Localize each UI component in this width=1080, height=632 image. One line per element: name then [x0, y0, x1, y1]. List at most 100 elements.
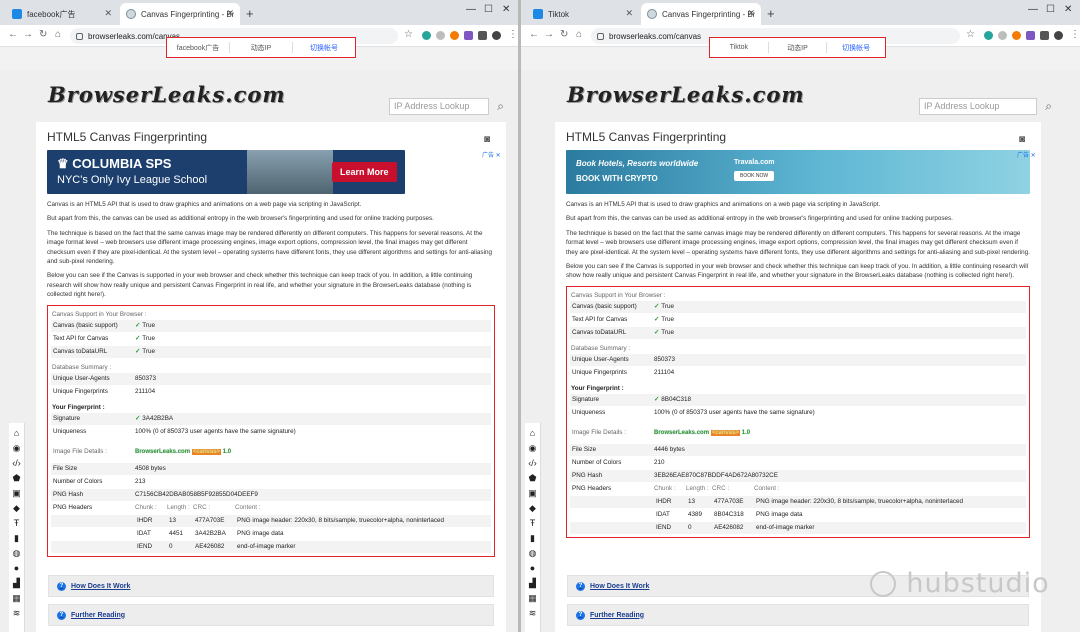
extension-icon[interactable] [436, 31, 445, 40]
tab-inactive[interactable]: facebook广告 ✕ [6, 3, 118, 25]
chunk-row: IEND 0 AE426082 end-of-image marker [51, 540, 491, 553]
text-icon[interactable]: Ŧ [14, 517, 20, 529]
hat-icon[interactable]: ≋ [529, 607, 537, 619]
new-tab-icon[interactable]: + [246, 6, 254, 21]
tab-active[interactable]: Canvas Fingerprinting - Browse ✕ [120, 3, 240, 25]
menu-icon[interactable]: ⋮ [508, 29, 518, 40]
quick-item-dynamic-ip[interactable]: 动态IP [769, 43, 827, 53]
home-icon[interactable]: ⌂ [530, 427, 535, 439]
minimize-icon[interactable]: — [466, 4, 476, 15]
maximize-icon[interactable]: ☐ [484, 4, 493, 15]
extension-icon[interactable] [450, 31, 459, 40]
back-icon[interactable]: ← [529, 29, 539, 40]
location-icon[interactable]: ◍ [529, 547, 537, 559]
wall-icon[interactable]: ▦ [12, 592, 21, 604]
person-icon[interactable]: ● [14, 562, 19, 574]
new-tab-icon[interactable]: + [767, 6, 775, 21]
check-icon: ✓ [654, 316, 660, 324]
shield-icon[interactable]: ⬟ [13, 472, 21, 484]
search-icon[interactable]: ⌕ [497, 99, 504, 114]
ad-book-now-button[interactable]: BOOK NOW [734, 171, 775, 181]
tab-close-icon[interactable]: ✕ [104, 8, 112, 19]
reload-icon[interactable]: ↻ [39, 29, 47, 40]
help-icon: ? [576, 610, 585, 620]
extension-icon[interactable] [1012, 31, 1021, 40]
extension-icon[interactable] [1026, 31, 1035, 40]
reload-icon[interactable]: ↻ [560, 29, 568, 40]
back-icon[interactable]: ← [8, 29, 18, 40]
profile-icon[interactable] [1054, 31, 1063, 40]
broadcast-icon[interactable]: ◉ [529, 442, 537, 454]
home-icon[interactable]: ⌂ [55, 29, 61, 40]
main-content: HTML5 Canvas Fingerprinting ◙ Book Hotel… [555, 122, 1041, 632]
image-icon[interactable]: ▣ [528, 487, 537, 499]
shield-icon[interactable]: ⬟ [529, 472, 537, 484]
site-logo[interactable]: BrowserLeaks.com [567, 82, 805, 107]
extension-icon[interactable] [998, 31, 1007, 40]
extension-icon[interactable] [984, 31, 993, 40]
minimize-icon[interactable]: — [1028, 4, 1038, 15]
stairs-icon[interactable]: ▟ [529, 577, 536, 589]
ad-headline: ♛ COLUMBIA SPS [57, 156, 172, 171]
bookmark-star-icon[interactable]: ☆ [966, 29, 975, 40]
lock-icon[interactable]: ▮ [530, 532, 535, 544]
quick-item-switch-account[interactable]: 切换帐号 [293, 43, 355, 53]
file-size-row: File Size 4508 bytes [51, 462, 491, 475]
ip-lookup-placeholder: IP Address Lookup [924, 101, 1000, 111]
quick-item-site[interactable]: Tiktok [710, 44, 768, 51]
ad-choices-icon[interactable]: 广告 ✕ [482, 150, 501, 159]
tab-close-icon[interactable]: ✕ [747, 8, 755, 19]
close-window-icon[interactable]: ✕ [1064, 4, 1072, 15]
tab-close-icon[interactable]: ✕ [226, 8, 234, 19]
stairs-icon[interactable]: ▟ [13, 577, 20, 589]
profile-icon[interactable] [492, 31, 501, 40]
lock-icon[interactable]: ▮ [14, 532, 19, 544]
accordion-further-reading[interactable]: ? Further Reading [567, 604, 1029, 626]
ip-lookup-input[interactable]: IP Address Lookup ⌕ [389, 98, 504, 115]
forward-icon[interactable]: → [23, 29, 33, 40]
ad-choices-icon[interactable]: 广告 ✕ [1017, 150, 1036, 159]
file-size-value: 4446 bytes [654, 446, 685, 454]
extension-icon[interactable] [464, 31, 473, 40]
extension-icon[interactable] [422, 31, 431, 40]
tab-inactive[interactable]: Tiktok ✕ [527, 3, 639, 25]
quick-item-dynamic-ip[interactable]: 动态IP [230, 43, 292, 53]
site-logo[interactable]: BrowserLeaks.com [48, 82, 286, 107]
camera-icon[interactable]: ◙ [1019, 134, 1025, 145]
person-icon[interactable]: ● [530, 562, 535, 574]
forward-icon[interactable]: → [544, 29, 554, 40]
cube-icon[interactable]: ◆ [13, 502, 20, 514]
tab-close-icon[interactable]: ✕ [625, 8, 633, 19]
camera-icon[interactable]: ◙ [484, 134, 490, 145]
search-icon[interactable]: ⌕ [1045, 99, 1052, 114]
hat-icon[interactable]: ≋ [13, 607, 21, 619]
ad-banner[interactable]: ♛ COLUMBIA SPS NYC's Only Ivy League Scho… [47, 150, 405, 194]
home-icon[interactable]: ⌂ [576, 29, 582, 40]
menu-icon[interactable]: ⋮ [1070, 29, 1080, 40]
home-icon[interactable]: ⌂ [14, 427, 19, 439]
quick-item-switch-account[interactable]: 切换帐号 [827, 43, 885, 53]
ad-learn-more-button[interactable]: Learn More [332, 162, 397, 182]
broadcast-icon[interactable]: ◉ [13, 442, 21, 454]
accordion-label: How Does It Work [71, 582, 131, 590]
ip-lookup-input[interactable]: IP Address Lookup ⌕ [919, 98, 1052, 115]
wall-icon[interactable]: ▦ [528, 592, 537, 604]
quick-item-site[interactable]: facebook广告 [167, 43, 229, 53]
bookmark-star-icon[interactable]: ☆ [404, 29, 413, 40]
maximize-icon[interactable]: ☐ [1046, 4, 1055, 15]
row-value: True [661, 329, 674, 337]
accordion-how-it-works[interactable]: ? How Does It Work [48, 575, 494, 597]
code-icon[interactable]: ‹/› [12, 457, 21, 469]
code-icon[interactable]: ‹/› [528, 457, 537, 469]
location-icon[interactable]: ◍ [13, 547, 21, 559]
tab-active[interactable]: Canvas Fingerprinting - Brow ✕ [641, 3, 761, 25]
accordion-further-reading[interactable]: ? Further Reading [48, 604, 494, 626]
puzzle-icon[interactable] [478, 31, 487, 40]
paragraph: Below you can see if the Canvas is suppo… [566, 263, 1029, 280]
close-window-icon[interactable]: ✕ [502, 4, 510, 15]
cube-icon[interactable]: ◆ [529, 502, 536, 514]
text-icon[interactable]: Ŧ [530, 517, 536, 529]
ad-banner[interactable]: Book Hotels, Resorts worldwide BOOK WITH … [566, 150, 1030, 194]
image-icon[interactable]: ▣ [12, 487, 21, 499]
puzzle-icon[interactable] [1040, 31, 1049, 40]
